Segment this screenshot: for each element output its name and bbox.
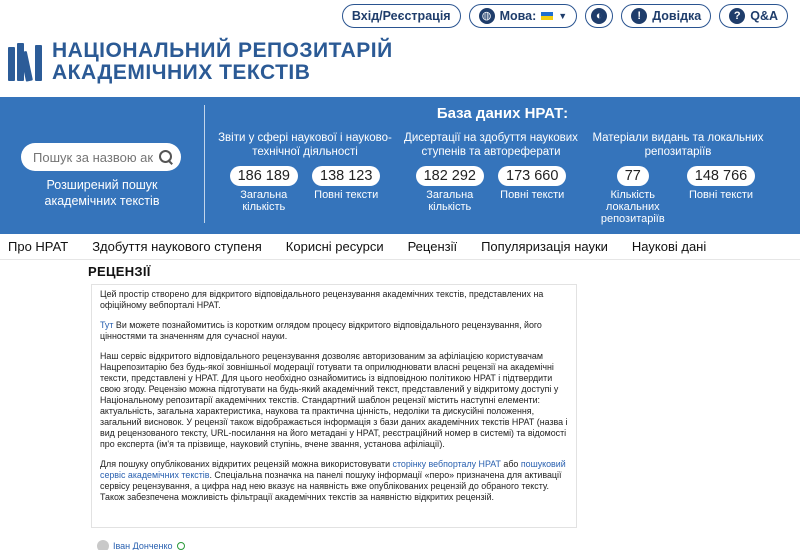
stat-total[interactable]: 186 189 Загальна кількість [229,166,298,213]
nav-item-reviews[interactable]: Рецензії [396,239,470,254]
stat-label: Повні тексти [500,189,565,201]
database-title: База даних НРАТ: [436,105,569,122]
intro-paragraph: Цей простір створено для відкритого відп… [100,289,544,310]
nav-item-about[interactable]: Про НРАТ [0,239,80,254]
stat-fulltext[interactable]: 138 123 Повні тексти [312,166,381,213]
search-icon[interactable] [159,150,173,164]
stat-value: 173 660 [498,166,567,186]
stat-label: Загальна кількість [240,189,288,213]
stat-value: 77 [616,166,649,186]
site-logo[interactable]: НАЦІОНАЛЬНИЙ РЕПОЗИТАРІЙ АКАДЕМІЧНИХ ТЕК… [8,40,393,84]
stat-value: 148 766 [686,166,756,186]
help-button[interactable]: ! Довідка [621,4,712,28]
overview-paragraph: Тут Ви можете познайомитись із коротким … [100,320,568,342]
chevron-down-icon: ▼ [558,11,568,21]
language-label: Мова: [499,9,537,23]
search-text-a: Для пошуку опублікованих відкритих рецен… [100,459,393,469]
books-logo-icon [8,43,42,82]
stat-label: Кількість локальних репозитаріїв [600,189,665,225]
stat-fulltext[interactable]: 148 766 Повні тексти [686,166,756,225]
login-label: Вхід/Реєстрація [351,9,451,23]
nav-item-popularization[interactable]: Популяризація науки [469,239,620,254]
main-nav: Про НРАТ Здобуття наукового ступеня Кори… [0,234,800,260]
stat-value: 182 292 [415,166,484,186]
contrast-toggle[interactable]: ◐ [585,4,614,28]
stat-label: Загальна кількість [426,189,474,213]
group-title: Дисертації на здобуття наукових ступенів… [404,132,578,158]
flag-ukraine-icon [541,12,554,20]
login-button[interactable]: Вхід/Реєстрація [341,4,461,28]
stats-group-repositories: Матеріали видань та локальних репозитарі… [588,131,768,225]
nav-item-degree[interactable]: Здобуття наукового ступеня [80,239,274,254]
site-title: НАЦІОНАЛЬНИЙ РЕПОЗИТАРІЙ АКАДЕМІЧНИХ ТЕК… [52,40,393,84]
stat-value: 138 123 [312,166,381,186]
avatar [97,540,109,550]
stat-total[interactable]: 182 292 Загальна кількість [415,166,484,213]
search-input[interactable] [33,149,153,165]
divider [204,105,205,223]
overview-link[interactable]: Тут [100,320,113,330]
question-icon: ? [729,8,746,24]
overview-text: Ви можете познайомитись із коротким огля… [100,320,542,341]
author-name: Іван Донченко [113,541,173,550]
group-title: Матеріали видань та локальних репозитарі… [592,132,764,158]
help-label: Довідка [652,9,702,23]
verified-icon [176,542,185,550]
nav-item-scientific-data[interactable]: Наукові дані [620,239,718,254]
site-title-line1: НАЦІОНАЛЬНИЙ РЕПОЗИТАРІЙ [52,39,393,62]
qa-button[interactable]: ? Q&A [719,4,788,28]
stat-repositories[interactable]: 77 Кількість локальних репозитаріїв [601,166,665,225]
stat-value: 186 189 [229,166,298,186]
info-icon: ! [631,8,648,24]
content-box: Цей простір створено для відкритого відп… [91,284,577,528]
stat-fulltext[interactable]: 173 660 Повні тексти [498,166,567,213]
nav-item-resources[interactable]: Корисні ресурси [274,239,396,254]
service-paragraph: Наш сервіс відкритого відповідального ре… [100,351,568,449]
advanced-search-link[interactable]: Розширений пошук академічних текстів [20,177,184,209]
stat-label: Повні тексти [314,189,379,201]
search-paragraph: Для пошуку опублікованих відкритих рецен… [100,459,568,503]
search-text-b: або [500,459,521,469]
contrast-icon: ◐ [591,8,608,24]
page-title: РЕЦЕНЗІЇ [88,264,151,279]
group-title: Звіти у сфері наукової і науково-технічн… [218,132,392,158]
author-link[interactable]: Іван Донченко [97,540,185,550]
site-title-line2: АКАДЕМІЧНИХ ТЕКСТІВ [52,61,311,84]
stat-label: Повні тексти [688,189,754,201]
stats-group-dissertations: Дисертації на здобуття наукових ступенів… [398,131,584,213]
portal-page-link[interactable]: сторінку вебпорталу НРАТ [393,459,501,469]
stats-group-reports: Звіти у сфері наукової і науково-технічн… [207,131,403,213]
hero-band: Розширений пошук академічних текстів Баз… [0,97,800,234]
search-box[interactable] [21,143,181,171]
top-bar: Вхід/Реєстрація ◍ Мова: ▼ ◐ ! Довідка ? … [341,4,788,28]
globe-icon: ◍ [478,8,495,24]
qa-label: Q&A [750,9,778,23]
language-selector[interactable]: ◍ Мова: ▼ [468,4,578,28]
